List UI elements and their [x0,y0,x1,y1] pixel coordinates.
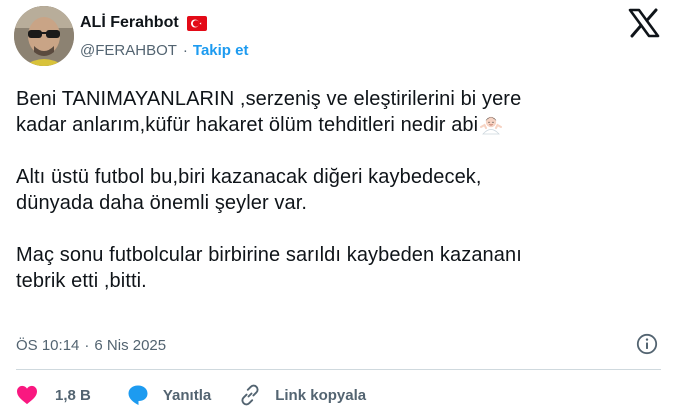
like-count: 1,8 B [55,386,91,404]
tweet-line: dünyada daha önemli şeyler var. [16,192,308,214]
heart-icon [17,385,37,405]
author-display-name[interactable]: ALİ Ferahbot [80,14,179,32]
copy-link-button[interactable]: Link kopyala [239,384,366,406]
like-button[interactable]: 1,8 B [16,385,91,405]
tweet-line: tebrik etti ,bitti. [16,270,147,292]
avatar-image [14,6,74,66]
person-shrugging-emoji [480,113,503,135]
link-icon [241,384,259,406]
tweet-date[interactable]: 6 Nis 2025 [94,337,166,354]
tweet-text: Beni TANIMAYANLARIN ,serzeniş ve eleştir… [16,86,661,294]
turkey-flag-icon [186,15,207,31]
reply-bubble-icon [128,385,148,405]
copy-link-label: Link kopyala [275,386,367,404]
author-handle-row: @FERAHBOT · Takip et [80,40,248,60]
reply-label: Yanıtla [162,386,212,404]
x-logo-icon[interactable] [628,8,660,38]
info-icon[interactable] [636,333,658,355]
tweet-time[interactable]: ÖS 10:14 [16,337,79,354]
tweet-line: Maç sonu futbolcular birbirine sarıldı k… [16,244,522,266]
tweet-line-text: kadar anlarım,küfür hakaret ölüm tehditl… [16,114,479,136]
tweet-line: kadar anlarım,küfür hakaret ölüm tehditl… [16,112,661,138]
meta-separator: · [84,336,90,354]
tweet-line: Altı üstü futbol bu,biri kazanacak diğer… [16,166,482,188]
reply-button[interactable]: Yanıtla [127,384,211,406]
tweet-actions: 1,8 B Yanıtla Link kopyala [16,382,366,408]
follow-button[interactable]: Takip et [193,42,249,59]
tweet-timestamp: ÖS 10:14 · 6 Nis 2025 [16,335,166,355]
avatar[interactable] [14,6,74,66]
divider [16,369,661,370]
author-name-row: ALİ Ferahbot [80,13,207,33]
handle-separator: · [182,41,188,59]
author-handle[interactable]: @FERAHBOT [80,42,177,59]
tweet-line: Beni TANIMAYANLARIN ,serzeniş ve eleştir… [16,88,522,110]
